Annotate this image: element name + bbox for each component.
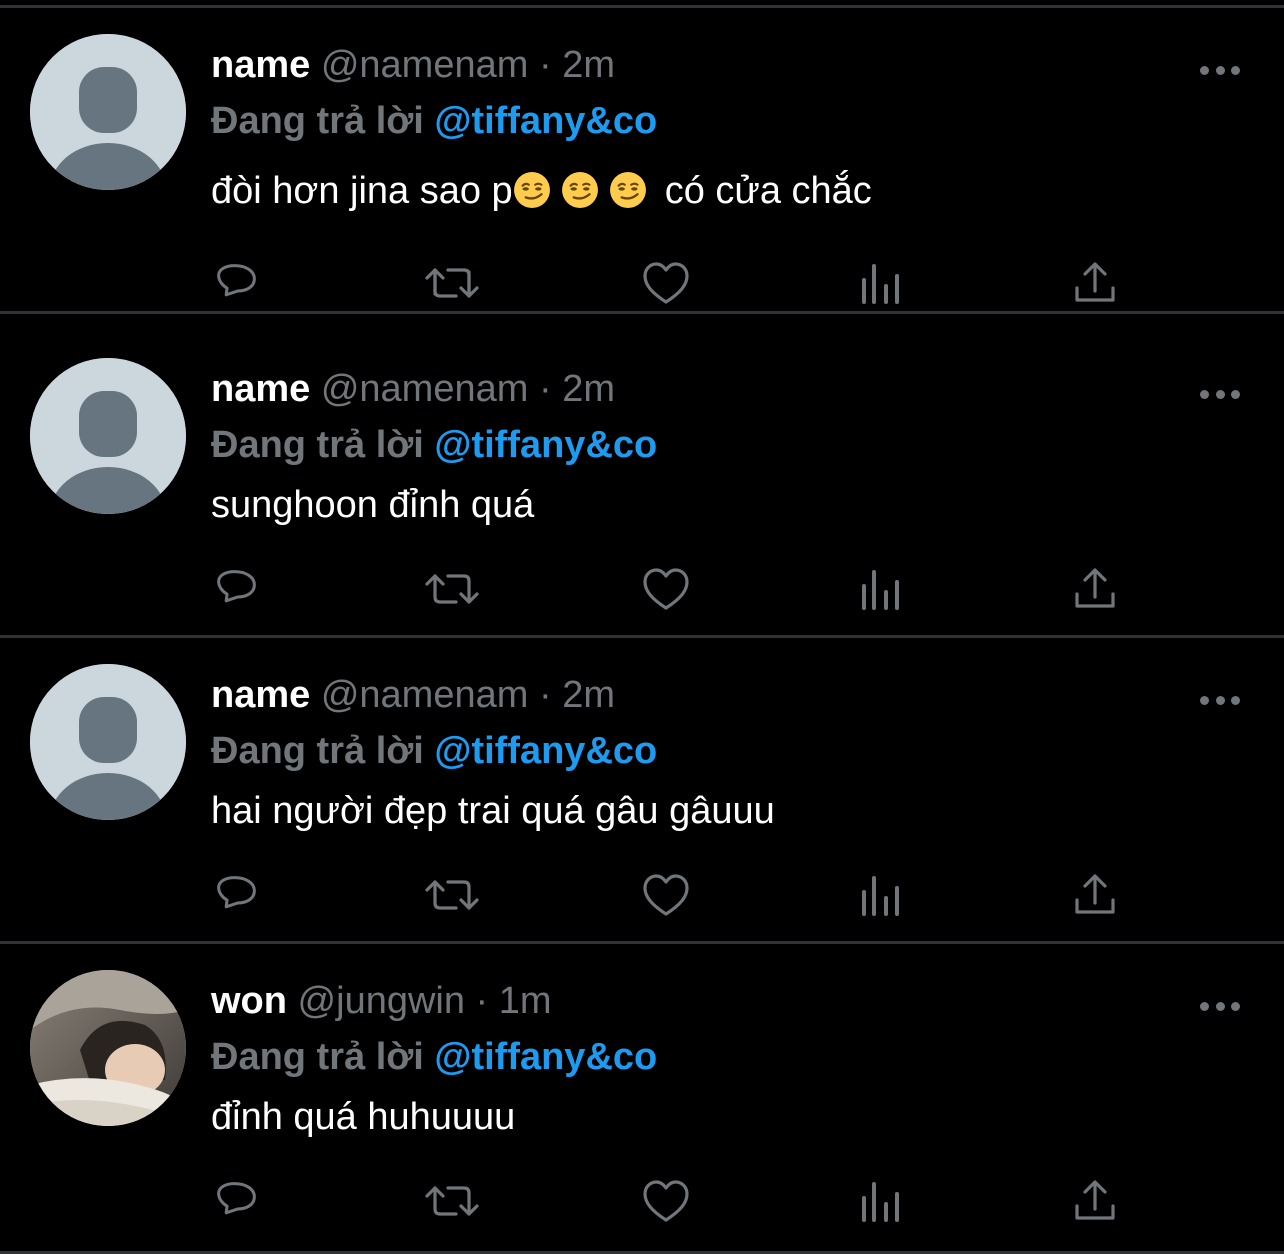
timestamp[interactable]: 2m bbox=[562, 674, 615, 716]
share-icon[interactable] bbox=[1074, 870, 1124, 920]
display-name[interactable]: name bbox=[211, 44, 310, 86]
retweet-icon[interactable] bbox=[424, 1176, 479, 1226]
tweet[interactable]: name @namenam · 2m Đang trả lời @tiffany… bbox=[0, 638, 1284, 944]
tweet-header: name @namenam · 2m bbox=[211, 670, 615, 720]
user-handle[interactable]: @namenam bbox=[321, 674, 529, 716]
tweet-text: sunghoon đỉnh quá bbox=[211, 484, 535, 526]
reply-icon[interactable] bbox=[212, 1176, 262, 1226]
separator-dot: · bbox=[475, 980, 489, 1022]
tweet[interactable]: name @namenam · 2m Đang trả lời @tiffany… bbox=[0, 332, 1284, 638]
like-icon[interactable] bbox=[641, 564, 691, 614]
reply-mention-link[interactable]: @tiffany&co bbox=[434, 1036, 657, 1078]
views-icon[interactable] bbox=[860, 564, 910, 614]
tweet[interactable]: name @namenam · 2m Đang trả lời @tiffany… bbox=[0, 8, 1284, 314]
tweet-text: đỉnh quá huhuuuu bbox=[211, 1096, 516, 1138]
separator-dot: · bbox=[538, 368, 552, 410]
tweet-header: won @jungwin · 1m bbox=[211, 976, 552, 1026]
replying-to-label: Đang trả lời bbox=[211, 730, 424, 772]
replying-to-label: Đang trả lời bbox=[211, 100, 424, 142]
tweet[interactable]: won @jungwin · 1m Đang trả lời @tiffany&… bbox=[0, 944, 1284, 1254]
like-icon[interactable] bbox=[641, 1176, 691, 1226]
like-icon[interactable] bbox=[641, 870, 691, 920]
views-icon[interactable] bbox=[860, 870, 910, 920]
user-handle[interactable]: @namenam bbox=[321, 368, 529, 410]
tweet-text-start: đòi hơn jina sao p bbox=[211, 170, 513, 212]
separator-dot: · bbox=[538, 44, 552, 86]
like-icon[interactable] bbox=[641, 258, 691, 308]
replying-to: Đang trả lời @tiffany&co bbox=[211, 93, 657, 149]
tweet-header: name @namenam · 2m bbox=[211, 364, 615, 414]
user-handle[interactable]: @namenam bbox=[321, 44, 529, 86]
replying-to: Đang trả lời @tiffany&co bbox=[211, 417, 657, 473]
share-icon[interactable] bbox=[1074, 564, 1124, 614]
more-icon[interactable] bbox=[1200, 376, 1240, 412]
more-icon[interactable] bbox=[1200, 988, 1240, 1024]
smirking-face-emoji bbox=[561, 172, 598, 208]
more-icon[interactable] bbox=[1200, 682, 1240, 718]
reply-mention-link[interactable]: @tiffany&co bbox=[434, 100, 657, 142]
views-icon[interactable] bbox=[860, 258, 910, 308]
reply-mention-link[interactable]: @tiffany&co bbox=[434, 424, 657, 466]
replying-to: Đang trả lời @tiffany&co bbox=[211, 723, 657, 779]
smirking-face-emoji bbox=[609, 172, 646, 208]
tweet-text: hai người đẹp trai quá gâu gâuuu bbox=[211, 790, 775, 832]
more-icon[interactable] bbox=[1200, 52, 1240, 88]
retweet-icon[interactable] bbox=[424, 870, 479, 920]
separator-dot: · bbox=[538, 674, 552, 716]
tweet-text-end: có cửa chắc bbox=[664, 170, 872, 212]
default-avatar[interactable] bbox=[30, 358, 186, 514]
share-icon[interactable] bbox=[1074, 1176, 1124, 1226]
retweet-icon[interactable] bbox=[424, 258, 479, 308]
timestamp[interactable]: 2m bbox=[562, 368, 615, 410]
replying-to-label: Đang trả lời bbox=[211, 424, 424, 466]
default-avatar[interactable] bbox=[30, 664, 186, 820]
timestamp[interactable]: 1m bbox=[499, 980, 552, 1022]
top-divider bbox=[0, 0, 1284, 8]
reply-icon[interactable] bbox=[212, 870, 262, 920]
share-icon[interactable] bbox=[1074, 258, 1124, 308]
user-handle[interactable]: @jungwin bbox=[298, 980, 465, 1022]
display-name[interactable]: name bbox=[211, 368, 310, 410]
default-avatar[interactable] bbox=[30, 34, 186, 190]
replying-to-label: Đang trả lời bbox=[211, 1036, 424, 1078]
tweet-header: name @namenam · 2m bbox=[211, 40, 615, 90]
tweet-text: đòi hơn jina sao p có cửa chắc bbox=[211, 166, 872, 216]
replying-to: Đang trả lời @tiffany&co bbox=[211, 1029, 657, 1085]
photo-avatar[interactable] bbox=[30, 970, 186, 1126]
reply-icon[interactable] bbox=[212, 564, 262, 614]
reply-mention-link[interactable]: @tiffany&co bbox=[434, 730, 657, 772]
smirking-face-emoji bbox=[513, 172, 550, 208]
retweet-icon[interactable] bbox=[424, 564, 479, 614]
views-icon[interactable] bbox=[860, 1176, 910, 1226]
action-bar bbox=[212, 258, 1122, 308]
action-bar bbox=[212, 1176, 1122, 1226]
action-bar bbox=[212, 564, 1122, 614]
action-bar bbox=[212, 870, 1122, 920]
display-name[interactable]: won bbox=[211, 980, 287, 1022]
display-name[interactable]: name bbox=[211, 674, 310, 716]
timestamp[interactable]: 2m bbox=[562, 44, 615, 86]
reply-icon[interactable] bbox=[212, 258, 262, 308]
